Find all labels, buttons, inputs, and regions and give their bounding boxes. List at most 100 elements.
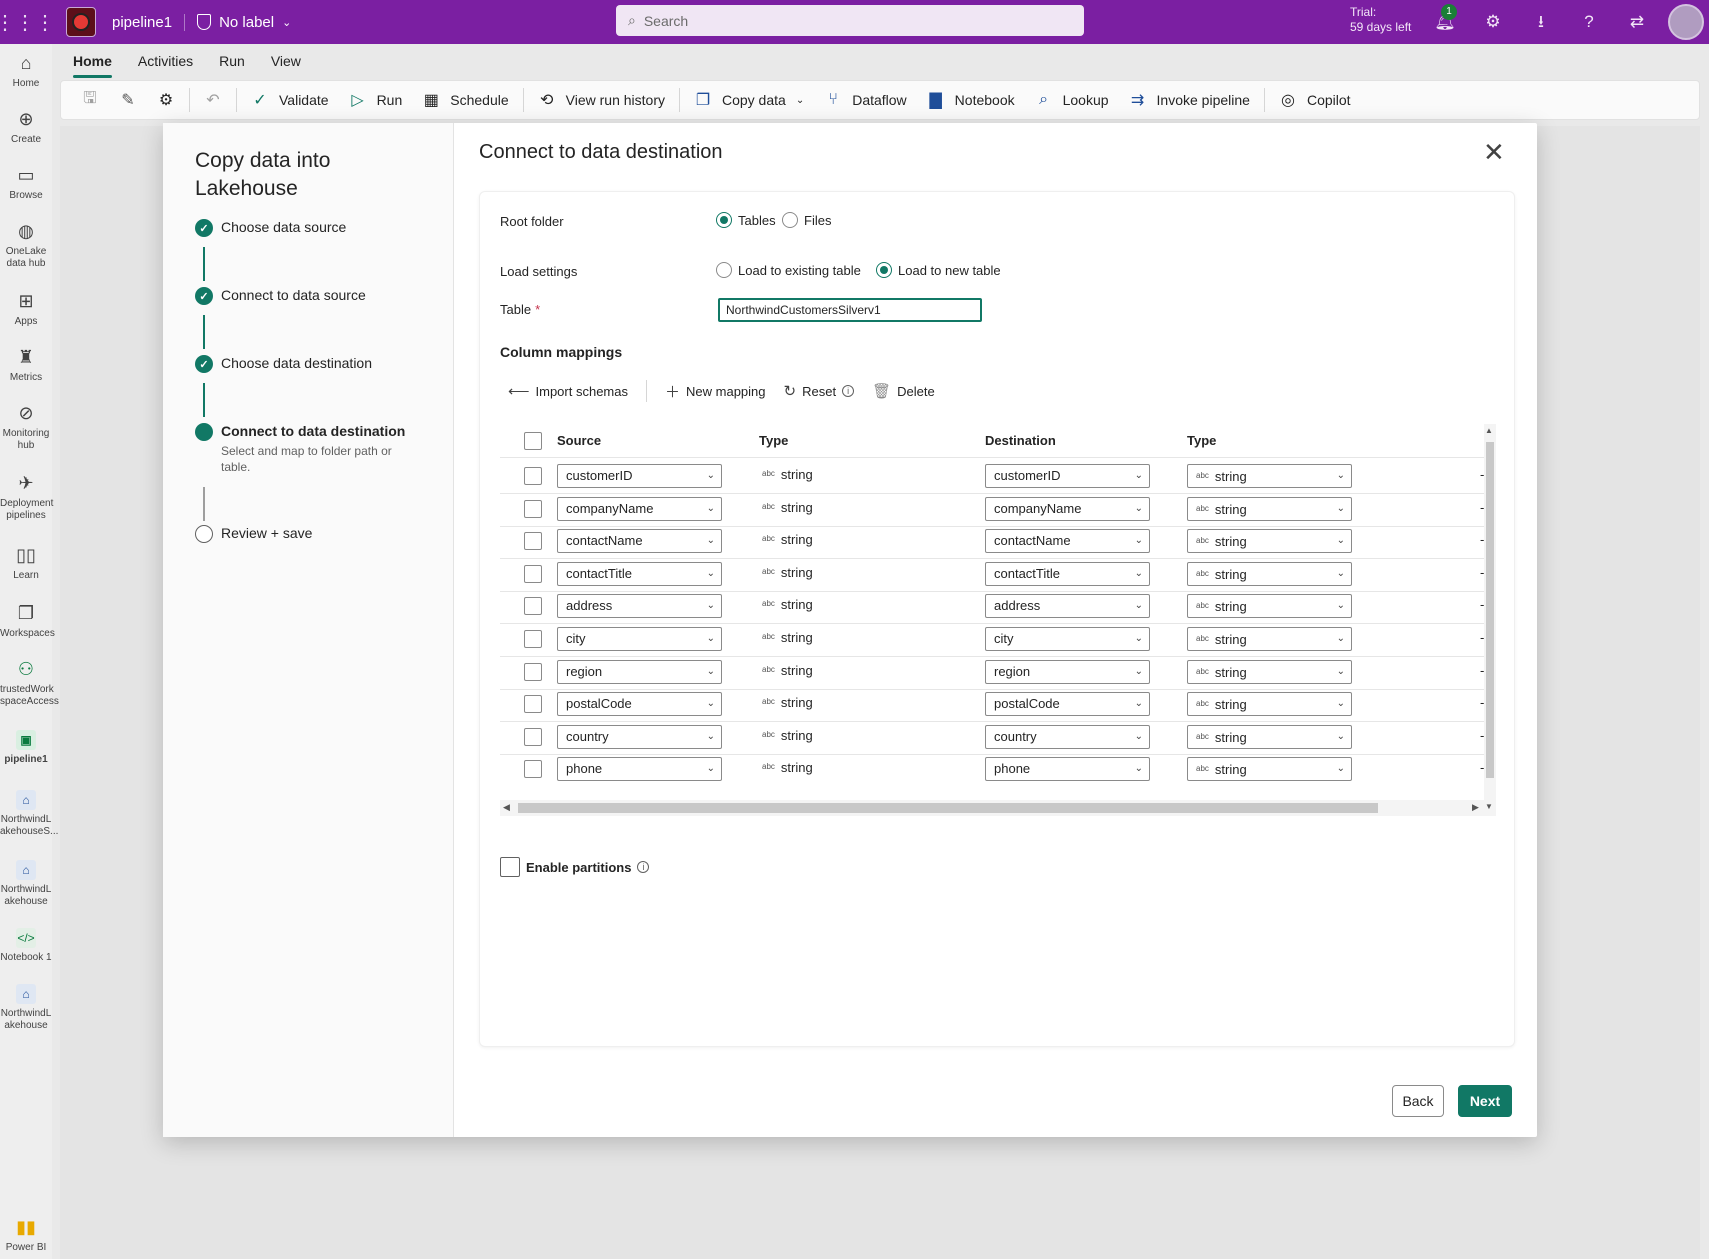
destination-type-dropdown[interactable]: abc string ⌄ (1187, 724, 1352, 749)
row-checkbox[interactable] (524, 467, 542, 485)
trial-status[interactable]: Trial: 59 days left (1350, 5, 1411, 35)
pipeline-name[interactable]: pipeline1 (112, 13, 186, 31)
destination-type-dropdown[interactable]: abc string ⌄ (1187, 464, 1352, 488)
table-name-input[interactable] (718, 298, 982, 322)
rail-deployment[interactable]: ✈ Deployment pipelines (0, 472, 53, 522)
row-checkbox[interactable] (524, 564, 542, 583)
row-checkbox[interactable] (524, 662, 542, 681)
avatar[interactable] (1668, 4, 1704, 40)
app-launcher-icon[interactable]: ⋮⋮⋮ (0, 0, 55, 44)
undo-button[interactable]: ↶ (194, 80, 232, 120)
info-icon[interactable]: i (842, 385, 855, 397)
row-checkbox[interactable] (524, 695, 542, 714)
destination-type-dropdown[interactable]: abc string ⌄ (1187, 594, 1352, 619)
tab-home[interactable]: Home (60, 44, 125, 80)
enable-partitions-checkbox[interactable]: Enable partitions i (500, 857, 650, 877)
invoke-pipeline-button[interactable]: ⇉ Invoke pipeline (1119, 80, 1260, 120)
destination-column-dropdown[interactable]: contactName ⌄ (985, 529, 1150, 554)
search-input[interactable]: ⌕ Search (616, 5, 1084, 36)
rail-workspaces[interactable]: ❐ Workspaces (0, 602, 55, 640)
destination-type-dropdown[interactable]: abc string ⌄ (1187, 692, 1352, 717)
back-button[interactable]: Back (1392, 1085, 1444, 1117)
destination-column-dropdown[interactable]: region ⌄ (985, 659, 1150, 684)
source-column-dropdown[interactable]: address ⌄ (557, 594, 722, 619)
source-column-dropdown[interactable]: customerID ⌄ (557, 464, 722, 488)
row-checkbox[interactable] (524, 630, 542, 648)
destination-column-dropdown[interactable]: contactTitle ⌄ (985, 561, 1150, 586)
view-run-history-button[interactable]: ⟲ View run history (528, 80, 675, 120)
grid-horizontal-scrollbar[interactable]: ◀ ▶ (500, 800, 1484, 816)
destination-type-dropdown[interactable]: abc string ⌄ (1187, 496, 1352, 521)
grid-vertical-scrollbar[interactable]: ▲ ▼ (1484, 424, 1496, 816)
destination-type-dropdown[interactable]: abc string ⌄ (1187, 659, 1352, 684)
destination-column-dropdown[interactable]: postalCode ⌄ (985, 692, 1150, 717)
scroll-left-icon[interactable]: ◀ (503, 802, 510, 813)
rail-learn[interactable]: ▯▯ Learn (0, 544, 52, 582)
settings-button[interactable]: ⚙ (147, 80, 185, 120)
scroll-up-icon[interactable]: ▲ (1485, 426, 1493, 435)
source-column-dropdown[interactable]: region ⌄ (557, 659, 722, 684)
rail-onelake[interactable]: ◍ OneLake data hub (0, 220, 52, 270)
delete-button[interactable]: 🗑︎ Delete (872, 382, 953, 400)
load-existing-radio[interactable]: Load to existing table (716, 262, 861, 278)
download-icon[interactable]: ⭳ (1529, 10, 1553, 34)
gear-icon[interactable]: ⚙ (1481, 10, 1505, 34)
row-checkbox[interactable] (524, 499, 542, 518)
scroll-down-icon[interactable]: ▼ (1485, 802, 1493, 811)
destination-column-dropdown[interactable]: phone ⌄ (985, 757, 1150, 782)
destination-column-dropdown[interactable]: customerID ⌄ (985, 464, 1150, 488)
rail-lakehouse-2[interactable]: ⌂ NorthwindL akehouse (0, 984, 52, 1032)
info-icon[interactable]: i (637, 861, 650, 873)
close-icon[interactable]: ✕ (1483, 139, 1505, 165)
run-button[interactable]: ▷ Run (339, 80, 413, 120)
row-checkbox[interactable] (524, 597, 542, 616)
source-column-dropdown[interactable]: companyName ⌄ (557, 496, 722, 521)
rail-lakehouse-s[interactable]: ⌂ NorthwindL akehouseS... (0, 790, 58, 838)
dataflow-button[interactable]: ⑂ Dataflow (814, 80, 916, 120)
load-new-radio[interactable]: Load to new table (876, 262, 1001, 278)
share-icon[interactable]: ⇄ (1625, 10, 1649, 34)
validate-button[interactable]: ✓ Validate (241, 80, 339, 120)
destination-type-dropdown[interactable]: abc string ⌄ (1187, 627, 1352, 651)
help-icon[interactable]: ? (1577, 10, 1601, 34)
rail-monitoring[interactable]: ⊘ Monitoring hub (0, 402, 52, 452)
new-mapping-button[interactable]: ＋ New mapping (665, 381, 784, 402)
rail-notebook1[interactable]: </> Notebook 1 (0, 928, 52, 964)
source-column-dropdown[interactable]: contactName ⌄ (557, 529, 722, 554)
destination-column-dropdown[interactable]: city ⌄ (985, 627, 1150, 651)
copilot-button[interactable]: ◎ Copilot (1269, 80, 1361, 120)
source-column-dropdown[interactable]: contactTitle ⌄ (557, 561, 722, 586)
rail-apps[interactable]: ⊞ Apps (0, 290, 52, 328)
save-button[interactable]: 🖫︎ (71, 80, 109, 120)
select-all-checkbox[interactable] (524, 432, 542, 450)
workspace-logo[interactable] (66, 7, 96, 37)
notebook-button[interactable]: ▇ Notebook (917, 80, 1025, 120)
copy-data-button[interactable]: ❐ Copy data ⌄ (684, 80, 814, 120)
rail-create[interactable]: ⊕ Create (0, 108, 52, 146)
root-files-radio[interactable]: Files (782, 212, 831, 228)
rail-metrics[interactable]: ♜ Metrics (0, 346, 52, 384)
rail-browse[interactable]: ▭ Browse (0, 164, 52, 202)
schedule-button[interactable]: ▦ Schedule (412, 80, 518, 120)
rail-pipeline1[interactable]: ▣ pipeline1 (0, 730, 52, 766)
destination-column-dropdown[interactable]: companyName ⌄ (985, 496, 1150, 521)
tab-run[interactable]: Run (206, 44, 258, 80)
scroll-thumb[interactable] (1486, 442, 1494, 778)
row-checkbox[interactable] (524, 532, 542, 551)
source-column-dropdown[interactable]: phone ⌄ (557, 757, 722, 782)
tab-view[interactable]: View (258, 44, 314, 80)
source-column-dropdown[interactable]: country ⌄ (557, 724, 722, 749)
destination-column-dropdown[interactable]: country ⌄ (985, 724, 1150, 749)
rail-powerbi[interactable]: ▮▮ Power BI (0, 1216, 52, 1254)
row-checkbox[interactable] (524, 727, 542, 746)
reset-button[interactable]: ↻ Reset i (784, 382, 873, 400)
scroll-thumb[interactable] (518, 803, 1378, 813)
rail-home[interactable]: ⌂ Home (0, 52, 52, 90)
scroll-right-icon[interactable]: ▶ (1472, 802, 1479, 813)
tab-activities[interactable]: Activities (125, 44, 206, 80)
destination-type-dropdown[interactable]: abc string ⌄ (1187, 561, 1352, 586)
save-as-button[interactable]: ✎ (109, 80, 147, 120)
sensitivity-label-dropdown[interactable]: No label ⌄ (197, 14, 291, 31)
source-column-dropdown[interactable]: city ⌄ (557, 627, 722, 651)
row-checkbox[interactable] (524, 760, 542, 779)
